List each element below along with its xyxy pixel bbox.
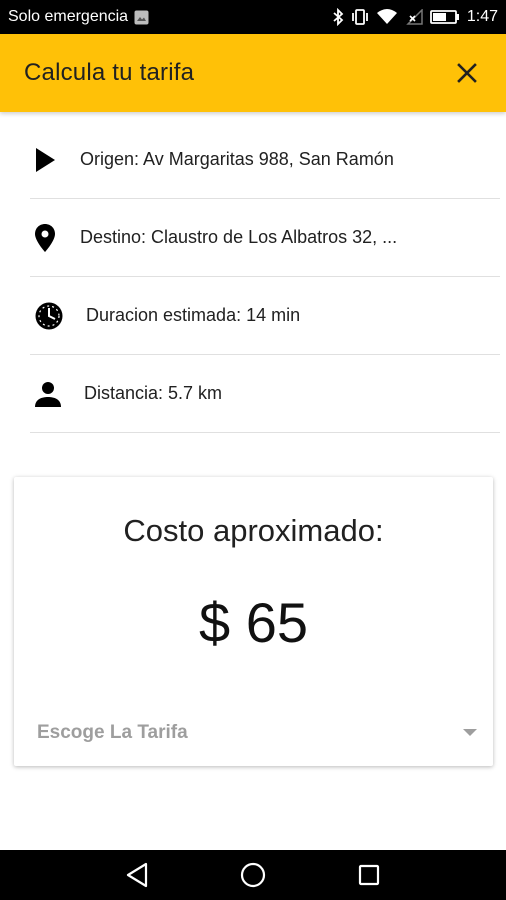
duration-row: Duracion estimada: 14 min (30, 277, 500, 355)
battery-icon (429, 9, 460, 25)
close-button[interactable] (452, 58, 482, 88)
home-icon (240, 862, 266, 888)
cost-value: $ 65 (199, 591, 308, 654)
distance-row: Distancia: 5.7 km (30, 355, 500, 433)
status-left: Solo emergencia (8, 8, 149, 26)
no-signal-icon (405, 9, 423, 25)
distance-text: Distancia: 5.7 km (84, 383, 223, 403)
destination-row: Destino: Claustro de Los Albatros 32, ..… (30, 199, 500, 277)
origin-row: Origen: Av Margaritas 988, San Ramón (30, 121, 500, 199)
fare-select-dropdown[interactable]: Escoge La Tarifa (37, 715, 477, 751)
dropdown-arrow-icon (463, 724, 477, 742)
image-icon (134, 10, 149, 25)
vibrate-icon (351, 9, 369, 25)
status-right: 1:47 (332, 8, 498, 26)
trip-info-list: Origen: Av Margaritas 988, San Ramón Des… (30, 121, 500, 433)
system-nav-bar (0, 850, 506, 900)
fare-select-label: Escoge La Tarifa (37, 722, 188, 743)
location-pin-icon (30, 223, 68, 253)
back-button[interactable] (117, 855, 157, 895)
back-icon (126, 862, 148, 888)
page-title: Calcula tu tarifa (24, 59, 195, 86)
carrier-label: Solo emergencia (8, 8, 129, 25)
destination-text: Destino: Claustro de Los Albatros 32, ..… (80, 227, 398, 247)
recents-icon (358, 864, 380, 886)
cost-title: Costo aproximado: (123, 513, 384, 548)
recents-button[interactable] (349, 855, 389, 895)
clock-time: 1:47 (466, 8, 498, 25)
play-icon (30, 147, 68, 173)
duration-text: Duracion estimada: 14 min (86, 305, 301, 325)
wifi-icon (376, 9, 398, 25)
bluetooth-icon (332, 8, 344, 26)
close-icon (457, 63, 477, 83)
app-bar: Calcula tu tarifa (0, 34, 506, 112)
home-button[interactable] (233, 855, 273, 895)
clock-icon (30, 301, 68, 331)
cost-card: Costo aproximado: $ 65 Escoge La Tarifa (14, 477, 493, 766)
status-bar: Solo emergencia 1:47 (0, 0, 506, 34)
origin-text: Origen: Av Margaritas 988, San Ramón (80, 149, 394, 169)
person-icon (30, 380, 68, 408)
